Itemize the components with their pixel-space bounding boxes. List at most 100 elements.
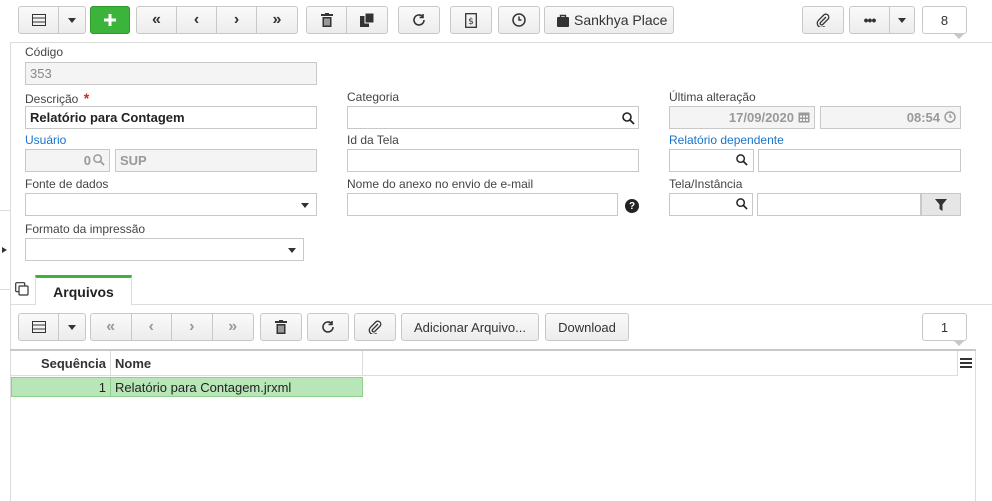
more-options-caret[interactable]	[890, 7, 914, 33]
prev-icon: ‹	[193, 11, 200, 28]
first-icon: «	[106, 318, 116, 335]
tab-copy-icon[interactable]	[14, 281, 30, 297]
required-mark: *	[83, 90, 90, 106]
id-tela-label: Id da Tela	[347, 133, 399, 147]
descricao-label-text: Descrição	[25, 92, 79, 106]
tela-instancia-search-icon[interactable]	[735, 197, 749, 211]
grid-view-dropdown[interactable]	[18, 6, 86, 34]
relatorio-dependente-label[interactable]: Relatório dependente	[669, 133, 784, 147]
svg-text:$: $	[468, 17, 474, 27]
refresh-icon	[413, 14, 425, 26]
usuario-label[interactable]: Usuário	[25, 133, 66, 147]
grid-counter-pointer	[953, 340, 965, 346]
refresh-button[interactable]	[398, 6, 440, 34]
date-value: 17/09/2020	[728, 110, 794, 125]
chevron-down-icon[interactable]	[286, 245, 298, 255]
duplicate-button[interactable]	[347, 7, 387, 33]
descricao-label: Descrição *	[25, 90, 89, 106]
codigo-field[interactable]: 353	[25, 62, 317, 85]
grid-grid-view-caret[interactable]	[59, 314, 85, 340]
last-icon: »	[272, 11, 282, 28]
grid-last-button[interactable]: »	[213, 314, 253, 340]
first-record-button[interactable]: «	[137, 7, 177, 33]
column-header-nome-label: Nome	[115, 356, 152, 371]
time-field[interactable]: 08:54	[820, 106, 961, 129]
report-icon: $	[465, 12, 477, 28]
id-tela-field[interactable]	[347, 149, 639, 172]
last-record-button[interactable]: »	[257, 7, 297, 33]
filter-icon	[935, 198, 947, 211]
report-button[interactable]: $	[450, 6, 492, 34]
delete-button[interactable]	[307, 7, 347, 33]
previous-record-button[interactable]: ‹	[177, 7, 217, 33]
grid-navigation-group: « ‹ › »	[90, 313, 254, 341]
categoria-label: Categoria	[347, 90, 400, 104]
more-icon: •••	[863, 12, 877, 28]
add-file-button[interactable]: Adicionar Arquivo...	[401, 313, 539, 341]
help-icon[interactable]: ?	[625, 199, 639, 213]
grid-prev-button[interactable]: ‹	[132, 314, 172, 340]
categoria-search-icon[interactable]	[620, 110, 636, 126]
more-options-dropdown[interactable]: •••	[849, 6, 915, 34]
prev-icon: ‹	[148, 318, 154, 335]
more-options-button[interactable]: •••	[850, 7, 890, 33]
fonte-dados-select[interactable]	[25, 193, 317, 216]
chevron-down-icon	[898, 17, 906, 23]
nome-anexo-field[interactable]	[347, 193, 618, 216]
plus-icon	[104, 14, 116, 26]
usuario-name-field[interactable]: SUP	[115, 149, 317, 172]
codigo-label: Código	[25, 45, 64, 59]
tab-divider-left	[10, 304, 35, 305]
date-field[interactable]: 17/09/2020	[669, 106, 815, 129]
usuario-code-value: 0	[83, 153, 91, 168]
chevron-down-icon[interactable]	[299, 200, 311, 210]
next-icon: ›	[233, 11, 240, 28]
descricao-field[interactable]: Relatório para Contagem	[25, 106, 317, 129]
tab-arquivos-label: Arquivos	[53, 283, 114, 300]
add-button[interactable]	[90, 6, 130, 34]
table-row[interactable]: 1 Relatório para Contagem.jrxml	[11, 377, 363, 397]
relatorio-dependente-search-icon[interactable]	[735, 153, 749, 167]
relatorio-dependente-name-field[interactable]	[758, 149, 961, 172]
clock-icon[interactable]	[943, 110, 957, 124]
sankhya-place-button[interactable]: Sankhya Place	[544, 6, 674, 34]
collapse-arrow-icon[interactable]	[2, 247, 7, 253]
download-label: Download	[558, 319, 616, 335]
add-file-label: Adicionar Arquivo...	[413, 319, 526, 335]
attachment-button[interactable]	[802, 6, 844, 34]
grid-grid-view-dropdown[interactable]	[18, 313, 86, 341]
next-record-button[interactable]: ›	[217, 7, 257, 33]
clock-icon	[512, 13, 526, 27]
tab-arquivos[interactable]: Arquivos	[35, 275, 132, 305]
refresh-icon	[322, 321, 334, 333]
grid-attachment-button[interactable]	[354, 313, 396, 341]
grid-grid-view-button[interactable]	[19, 314, 59, 340]
grid-empty-area	[11, 398, 975, 501]
column-menu-icon[interactable]	[959, 357, 973, 369]
grid-first-button[interactable]: «	[91, 314, 132, 340]
chevron-down-icon	[68, 324, 76, 330]
grid-refresh-button[interactable]	[307, 313, 349, 341]
trash-icon	[275, 320, 287, 334]
record-counter: 8	[922, 6, 967, 34]
column-header-sequencia[interactable]: Sequência	[11, 351, 111, 376]
history-button[interactable]	[498, 6, 540, 34]
download-button[interactable]: Download	[545, 313, 629, 341]
column-header-nome[interactable]: Nome	[111, 351, 363, 376]
outer-left-stub-2	[0, 289, 10, 290]
nome-anexo-label: Nome do anexo no envio de e-mail	[347, 177, 534, 191]
tela-instancia-name-field[interactable]	[757, 193, 921, 216]
formato-impressao-select[interactable]	[25, 238, 304, 261]
usuario-search-icon[interactable]	[92, 153, 106, 167]
categoria-field[interactable]	[347, 106, 639, 129]
grid-view-button[interactable]	[19, 7, 59, 33]
ultima-alteracao-label: Última alteração	[669, 90, 756, 104]
record-counter-value: 8	[940, 12, 949, 28]
grid-view-caret[interactable]	[59, 7, 85, 33]
grid-delete-button[interactable]	[260, 313, 302, 341]
tela-instancia-label: Tela/Instância	[669, 177, 743, 191]
filter-button[interactable]	[921, 193, 961, 216]
calendar-icon[interactable]	[797, 110, 811, 124]
grid-next-button[interactable]: ›	[172, 314, 213, 340]
sankhya-place-label: Sankhya Place	[574, 12, 668, 28]
